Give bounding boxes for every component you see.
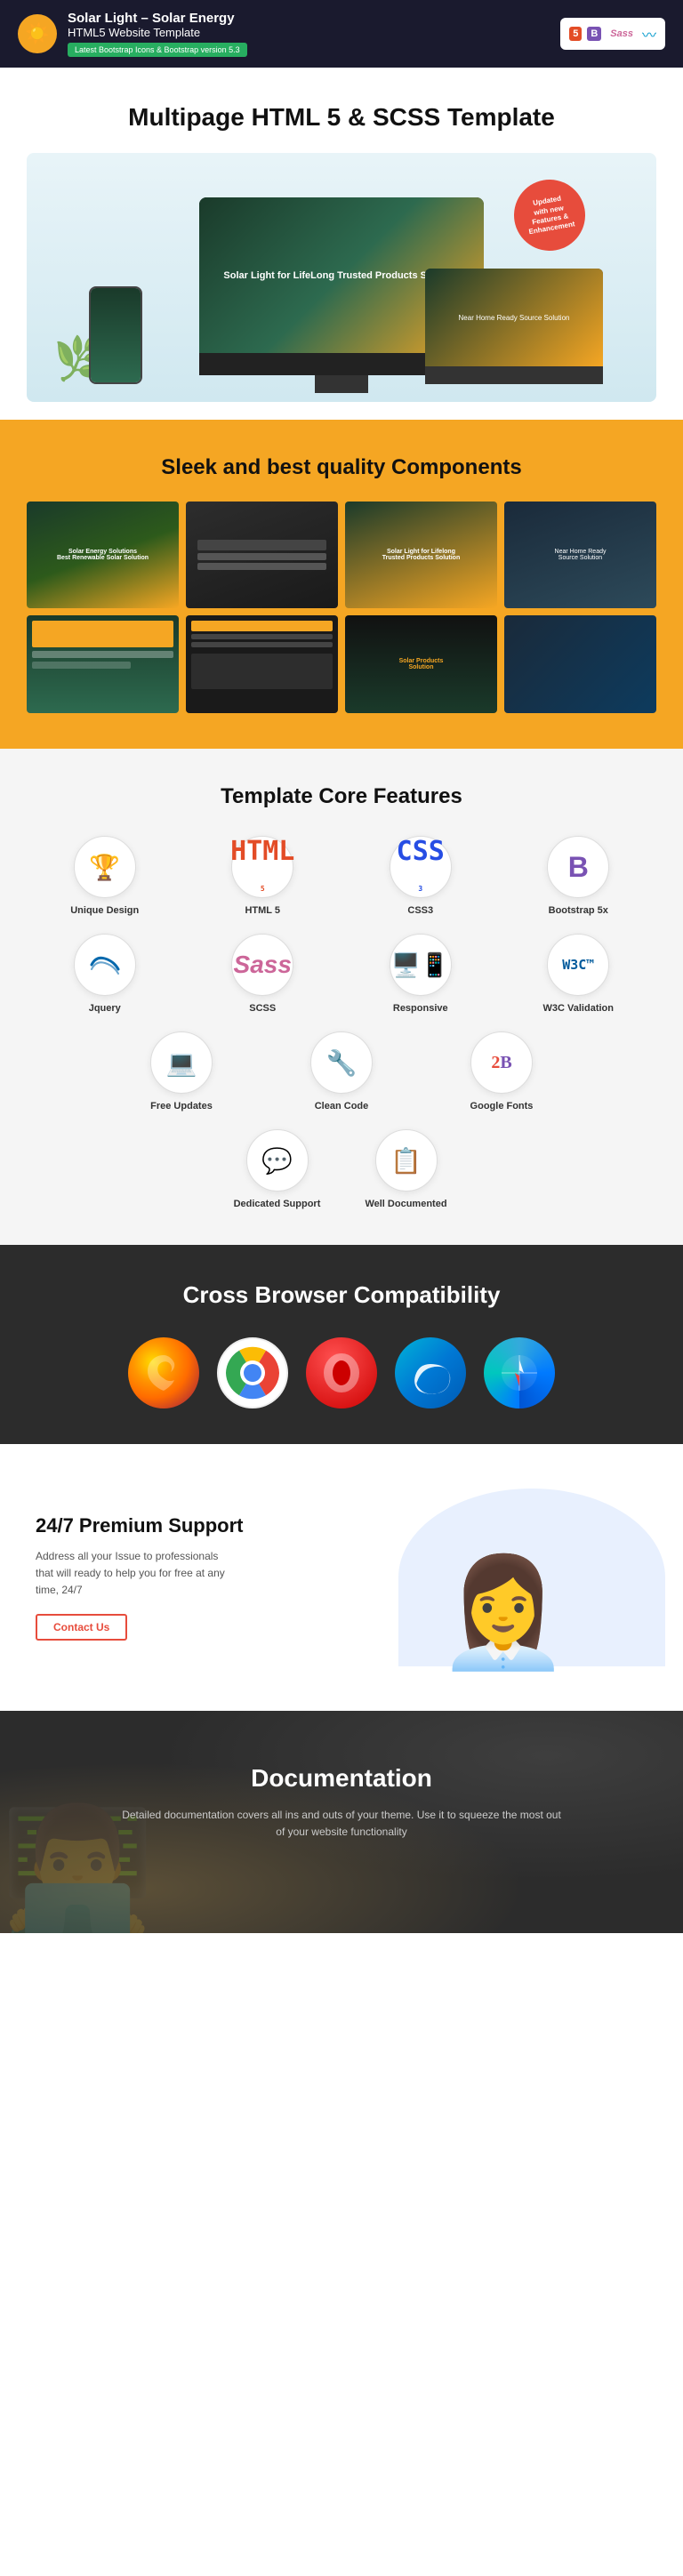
feature-dedicated-support: 💬 Dedicated Support [217,1129,337,1209]
docs-section: 👨‍💻 Documentation Detailed documentation… [0,1711,683,1933]
comp-card-6 [186,615,338,713]
comp-card-7: Solar ProductsSolution [345,615,497,713]
header-left: ☀️ Solar Light – Solar Energy HTML5 Webs… [18,11,247,57]
support-image: 👩‍💼 [359,1489,647,1666]
dedicated-support-icon: 💬 [246,1129,309,1192]
header-badge: Latest Bootstrap Icons & Bootstrap versi… [68,43,247,57]
feature-unique-design: 🏆 Unique Design [30,836,180,916]
components-section: Sleek and best quality Components Solar … [0,420,683,749]
well-documented-label: Well Documented [365,1199,446,1209]
w3c-icon: W3C™ [547,934,609,996]
comp-card-4: Near Home ReadySource Solution [504,502,656,608]
comp-card-3: Solar Light for LifelongTrusted Products… [345,502,497,608]
updates-icon: 💻 [150,1031,213,1094]
logo-icon: ☀️ [25,22,49,45]
browser-opera [306,1337,377,1408]
feature-jquery: Jquery [30,934,180,1014]
components-grid: Solar Energy SolutionsBest Renewable Sol… [18,502,665,713]
feature-responsive: 🖥️📱 Responsive [346,934,495,1014]
responsive-label: Responsive [393,1003,448,1014]
feature-scss: Sass SCSS [189,934,338,1014]
tech-icons: 5 B Sass 〰 [560,18,665,50]
update-badge: Updated with new Features & Enhancement [509,174,591,257]
bootstrap-label: Bootstrap 5x [549,905,608,916]
feature-well-documented: 📋 Well Documented [346,1129,466,1209]
updates-label: Free Updates [150,1101,213,1111]
mockup-stand [315,375,368,393]
header-title-block: Solar Light – Solar Energy HTML5 Website… [68,11,247,57]
browser-firefox [128,1337,199,1408]
docs-content: Documentation Detailed documentation cov… [36,1764,647,1841]
wave-icon: 〰 [642,23,656,44]
comp-card-8 [504,615,656,713]
mockup-laptop: Near Home Ready Source Solution [425,269,603,384]
components-title: Sleek and best quality Components [18,455,665,480]
feature-updates: 💻 Free Updates [106,1031,257,1111]
features-row-4: 💬 Dedicated Support 📋 Well Documented [217,1129,466,1209]
features-row-3: 💻 Free Updates 🔧 Clean Code 2B Google Fo… [106,1031,577,1111]
dedicated-support-label: Dedicated Support [234,1199,321,1209]
feature-google-fonts: 2B Google Fonts [426,1031,577,1111]
features-row-1: 🏆 Unique Design HTML5 HTML 5 CSS3 CSS3 B… [30,836,653,916]
browser-safari [484,1337,555,1408]
well-documented-icon: 📋 [375,1129,438,1192]
contact-us-button[interactable]: Contact Us [36,1614,127,1641]
browser-icons-row [18,1337,665,1408]
browser-section: Cross Browser Compatibility [0,1245,683,1444]
hero-section: Multipage HTML 5 & SCSS Template 🌿 Solar… [0,68,683,420]
features-row-2: Jquery Sass SCSS 🖥️📱 Responsive W3C™ W3C… [30,934,653,1014]
comp-card-2 [186,502,338,608]
google-fonts-label: Google Fonts [470,1101,534,1111]
w3c-label: W3C Validation [543,1003,614,1014]
logo: ☀️ [18,14,57,53]
features-section: Template Core Features 🏆 Unique Design H… [0,749,683,1245]
feature-bootstrap: B Bootstrap 5x [504,836,654,916]
scss-icon: Sass [231,934,293,996]
comp-card-1: Solar Energy SolutionsBest Renewable Sol… [27,502,179,608]
unique-design-icon: 🏆 [74,836,136,898]
bootstrap-icon: B [547,836,609,898]
scss-label: SCSS [249,1003,276,1014]
jquery-icon [74,934,136,996]
clean-code-label: Clean Code [315,1101,369,1111]
header-title-line1: Solar Light – Solar Energy [68,11,247,26]
docs-title: Documentation [36,1764,647,1793]
html5-icon: HTML5 [231,836,293,898]
jquery-label: Jquery [89,1003,121,1014]
unique-design-label: Unique Design [70,905,139,916]
clean-code-icon: 🔧 [310,1031,373,1094]
sass-badge: Sass [607,27,637,41]
hero-mockup: 🌿 Solar Light for LifeLong Trusted Produ… [27,153,656,402]
support-title: 24/7 Premium Support [36,1514,324,1537]
features-title: Template Core Features [18,784,665,809]
support-section: 24/7 Premium Support Address all your Is… [0,1444,683,1711]
html5-label: HTML 5 [245,905,280,916]
mockup-phone [89,286,142,384]
bootstrap-badge: B [587,27,601,41]
feature-clean-code: 🔧 Clean Code [266,1031,417,1111]
responsive-icon: 🖥️📱 [390,934,452,996]
feature-css3: CSS3 CSS3 [346,836,495,916]
support-content: 24/7 Premium Support Address all your Is… [36,1514,324,1641]
header-title-line2: HTML5 Website Template [68,26,247,39]
hero-title: Multipage HTML 5 & SCSS Template [18,103,665,132]
feature-html5: HTML5 HTML 5 [189,836,338,916]
desktop-screen-text: Solar Light for LifeLong Trusted Product… [223,270,459,281]
google-fonts-icon: 2B [470,1031,533,1094]
browser-title: Cross Browser Compatibility [18,1280,665,1311]
css3-icon: CSS3 [390,836,452,898]
support-person: 👩‍💼 [437,1560,569,1666]
html5-badge: 5 [569,27,582,41]
laptop-screen-text: Near Home Ready Source Solution [459,314,570,322]
support-description: Address all your Issue to professionals … [36,1548,231,1600]
browser-edge [395,1337,466,1408]
docs-description: Detailed documentation covers all ins an… [119,1807,564,1841]
browser-chrome [217,1337,288,1408]
feature-w3c: W3C™ W3C Validation [504,934,654,1014]
css3-label: CSS3 [407,905,433,916]
comp-card-5 [27,615,179,713]
header: ☀️ Solar Light – Solar Energy HTML5 Webs… [0,0,683,68]
